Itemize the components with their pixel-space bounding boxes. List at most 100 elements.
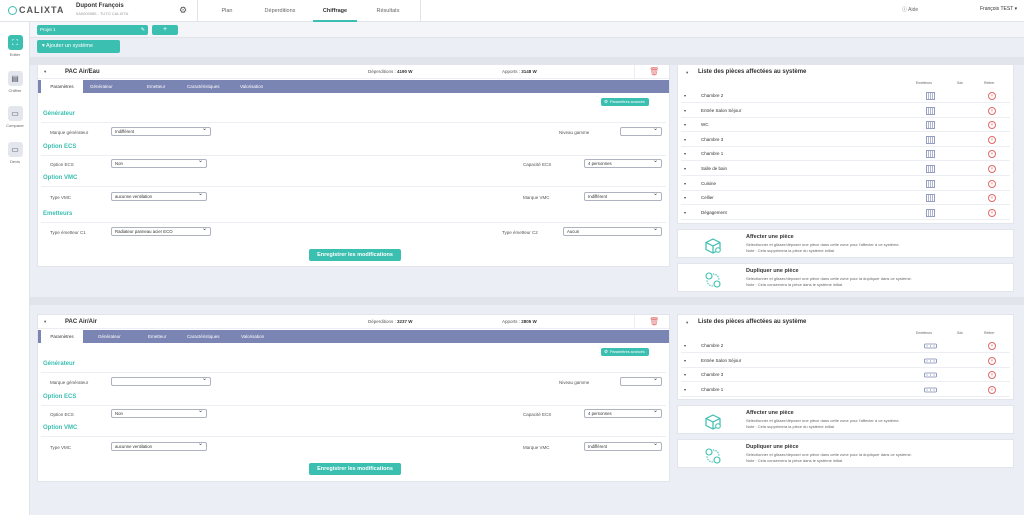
- chevron-down-icon[interactable]: ▾: [684, 210, 686, 215]
- room-row[interactable]: ▾ Chambre 2 ×: [681, 89, 1010, 103]
- room-row[interactable]: ▾ Entrée Salon Séjour ×: [681, 354, 1010, 368]
- radiator-icon[interactable]: [926, 179, 935, 188]
- chevron-down-icon[interactable]: ▾: [684, 166, 686, 171]
- tab-generateur[interactable]: Générateur: [90, 80, 113, 93]
- pencil-icon[interactable]: ✎: [141, 25, 145, 35]
- duplicate-room-dropzone[interactable]: Dupliquer une pièce Sélectionner et glis…: [677, 439, 1014, 468]
- advanced-params-button[interactable]: Paramètres avancés: [601, 98, 649, 106]
- remove-icon[interactable]: ×: [988, 371, 996, 380]
- advanced-params-button[interactable]: Paramètres avancés: [601, 348, 649, 356]
- select-option-ecs[interactable]: Non: [111, 158, 207, 168]
- select-niveau-gamme[interactable]: [620, 126, 662, 136]
- nav-tab-deperditions[interactable]: Déperditions: [254, 0, 306, 22]
- chevron-down-icon[interactable]: ▾: [686, 70, 688, 76]
- chevron-down-icon[interactable]: ▾: [684, 358, 686, 363]
- logo[interactable]: CALIXTA: [8, 5, 64, 15]
- select-marque-vmc[interactable]: Indifférent: [584, 441, 662, 451]
- account-menu[interactable]: François TEST ▾: [980, 6, 1017, 12]
- select-marque-generateur[interactable]: Indifférent: [111, 126, 211, 136]
- tab-valorisation[interactable]: Valorisation: [241, 330, 264, 343]
- chevron-down-icon[interactable]: ▾: [684, 151, 686, 156]
- tab-generateur[interactable]: Générateur: [98, 330, 121, 343]
- room-row[interactable]: ▾ Chambre 3 ×: [681, 368, 1010, 383]
- sidebar-item-comparer[interactable]: ▭ Comparer: [0, 106, 30, 128]
- room-row[interactable]: ▾ Chambre 1 ×: [681, 383, 1010, 397]
- remove-icon[interactable]: ×: [988, 121, 996, 130]
- chevron-down-icon[interactable]: ▾: [684, 372, 686, 377]
- remove-icon[interactable]: ×: [988, 179, 996, 188]
- room-row[interactable]: ▾ Chambre 1 ×: [681, 147, 1010, 162]
- tab-caracteristiques[interactable]: Caractéristiques: [187, 80, 220, 93]
- radiator-icon[interactable]: [926, 106, 935, 115]
- radiator-icon[interactable]: [926, 121, 935, 130]
- room-row[interactable]: ▾ Salle de bain ×: [681, 162, 1010, 176]
- tab-caracteristiques[interactable]: Caractéristiques: [187, 330, 220, 343]
- radiator-icon[interactable]: [926, 135, 935, 144]
- radiator-icon[interactable]: [926, 92, 935, 100]
- chevron-down-icon[interactable]: ▾: [44, 69, 46, 75]
- radiator-icon[interactable]: [924, 357, 937, 365]
- tab-valorisation[interactable]: Valorisation: [240, 80, 263, 93]
- remove-icon[interactable]: ×: [988, 208, 996, 217]
- sidebar-item-editer[interactable]: ⛶ Editer: [0, 35, 30, 57]
- chevron-down-icon[interactable]: ▾: [44, 319, 46, 325]
- radiator-icon[interactable]: [924, 342, 937, 350]
- select-type-vmc[interactable]: aucunne ventilation: [111, 191, 207, 201]
- select-capacite-ecs[interactable]: 4 personnes: [584, 408, 662, 418]
- project-tab[interactable]: Projet 1 ✎: [37, 25, 148, 35]
- select-type-vmc[interactable]: aucunne ventilation: [111, 441, 207, 451]
- duplicate-room-dropzone[interactable]: Dupliquer une pièce Sélectionner et glis…: [677, 263, 1014, 292]
- select-capacite-ecs[interactable]: 4 personnes: [584, 158, 662, 168]
- radiator-icon[interactable]: [924, 386, 937, 394]
- affect-room-dropzone[interactable]: Affecter une pièce Sélectionner et gliss…: [677, 405, 1014, 434]
- remove-icon[interactable]: ×: [988, 194, 996, 203]
- room-row[interactable]: ▾ Chambre 3 ×: [681, 133, 1010, 147]
- chevron-down-icon[interactable]: ▾: [684, 181, 686, 186]
- remove-icon[interactable]: ×: [988, 92, 996, 100]
- remove-icon[interactable]: ×: [988, 356, 996, 365]
- chevron-down-icon[interactable]: ▾: [684, 122, 686, 127]
- remove-icon[interactable]: ×: [988, 135, 996, 144]
- radiator-icon[interactable]: [926, 194, 935, 203]
- nav-tab-plan[interactable]: Plan: [208, 0, 246, 22]
- trash-icon[interactable]: 🗑: [649, 67, 659, 76]
- chevron-down-icon[interactable]: ▾: [684, 195, 686, 200]
- room-row[interactable]: ▾ Cellier ×: [681, 191, 1010, 206]
- tab-parametres[interactable]: Paramètres: [41, 330, 83, 343]
- save-button[interactable]: Enregistrer les modifications: [309, 463, 401, 475]
- select-marque-generateur[interactable]: [111, 376, 211, 386]
- room-row[interactable]: ▾ Chambre 2 ×: [681, 339, 1010, 353]
- gear-icon[interactable]: ⚙: [179, 5, 187, 16]
- chevron-down-icon[interactable]: ▾: [684, 387, 686, 392]
- chevron-down-icon[interactable]: ▾: [684, 137, 686, 142]
- trash-icon[interactable]: 🗑: [649, 317, 659, 326]
- sidebar-item-chiffrer[interactable]: ▤ Chiffrer: [0, 71, 30, 93]
- nav-tab-resultats[interactable]: Résultats: [367, 0, 409, 22]
- remove-icon[interactable]: ×: [988, 106, 996, 115]
- chevron-down-icon[interactable]: ▾: [684, 93, 686, 98]
- room-row[interactable]: ▾ Cuisine ×: [681, 177, 1010, 191]
- select-emetteur-c1[interactable]: Radiateur panneau acier ECO: [111, 226, 211, 236]
- room-row[interactable]: ▾ Entrée Salon Séjour ×: [681, 104, 1010, 118]
- room-row[interactable]: ▾ Dégagement ×: [681, 206, 1010, 220]
- add-project-button[interactable]: +: [152, 25, 178, 35]
- chevron-down-icon[interactable]: ▾: [686, 320, 688, 326]
- remove-icon[interactable]: ×: [988, 150, 996, 159]
- help-link[interactable]: ⓘ Aide: [902, 6, 918, 13]
- select-option-ecs[interactable]: Non: [111, 408, 207, 418]
- remove-icon[interactable]: ×: [988, 342, 996, 350]
- remove-icon[interactable]: ×: [988, 385, 996, 394]
- sidebar-item-devis[interactable]: ▭ Devis: [0, 142, 30, 164]
- tab-emetteur[interactable]: Emetteur: [148, 330, 166, 343]
- chevron-down-icon[interactable]: ▾: [684, 108, 686, 113]
- add-system-button[interactable]: ▾ Ajouter un système: [37, 40, 120, 53]
- select-emetteur-c2[interactable]: Aucun: [563, 226, 662, 236]
- affect-room-dropzone[interactable]: Affecter une pièce Sélectionner et gliss…: [677, 229, 1014, 258]
- remove-icon[interactable]: ×: [988, 165, 996, 173]
- radiator-icon[interactable]: [924, 371, 937, 379]
- select-marque-vmc[interactable]: Indifférent: [584, 191, 662, 201]
- radiator-icon[interactable]: [926, 165, 935, 173]
- radiator-icon[interactable]: [926, 208, 935, 217]
- tab-parametres[interactable]: Paramètres: [41, 80, 83, 93]
- select-niveau-gamme[interactable]: [620, 376, 662, 386]
